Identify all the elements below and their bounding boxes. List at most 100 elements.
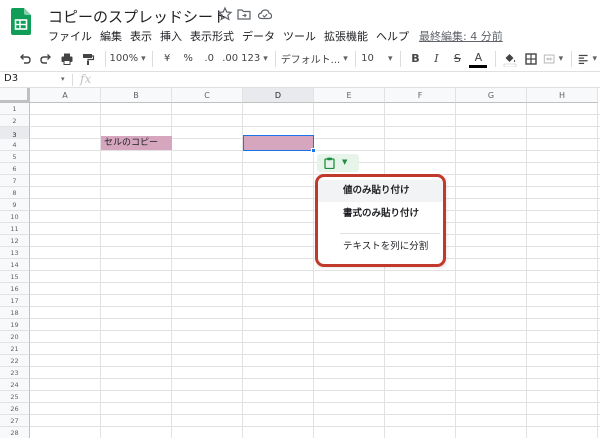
select-all-corner[interactable] [0, 88, 30, 103]
paste-values-only-item[interactable]: 値のみ貼り付け [318, 180, 445, 202]
chevron-down-icon: ▾ [263, 53, 268, 64]
font-select[interactable]: デフォルト... ▾ [280, 49, 348, 69]
more-formats-label: 123 [241, 53, 261, 64]
row-header-28[interactable]: 28 [0, 427, 30, 438]
column-header-f[interactable]: F [385, 88, 456, 103]
fill-color-button[interactable] [501, 49, 519, 69]
chevron-down-icon: ▼ [342, 158, 348, 166]
chevron-down-icon: ▾ [558, 53, 564, 64]
row-header-12[interactable]: 12 [0, 235, 30, 247]
formula-bar: D3 ▾ fx [0, 72, 600, 88]
column-header-e[interactable]: E [314, 88, 385, 103]
sheets-logo-icon[interactable] [11, 8, 31, 35]
split-text-to-columns-item[interactable]: テキストを列に分割 [318, 236, 445, 258]
row-header-16[interactable]: 16 [0, 283, 30, 295]
row-header-25[interactable]: 25 [0, 391, 30, 403]
selected-cell-d3[interactable] [243, 135, 314, 151]
row-header-5[interactable]: 5 [0, 151, 30, 163]
decrease-decimal-button[interactable]: .0 [200, 49, 218, 69]
column-header-b[interactable]: B [101, 88, 172, 103]
borders-button[interactable] [522, 49, 540, 69]
fill-handle[interactable] [311, 148, 316, 153]
row-header-8[interactable]: 8 [0, 187, 30, 199]
column-header-g[interactable]: G [456, 88, 527, 103]
row-header-2[interactable]: 2 [0, 115, 30, 127]
toolbar-divider [152, 50, 154, 67]
last-edit-link[interactable]: 最終編集: 4 分前 [413, 26, 509, 44]
row-header-6[interactable]: 6 [0, 163, 30, 175]
column-header-a[interactable]: A [30, 88, 101, 103]
column-header-d[interactable]: D [243, 88, 314, 103]
cloud-status-icon[interactable] [257, 6, 273, 22]
row-header-13[interactable]: 13 [0, 247, 30, 259]
row-header-18[interactable]: 18 [0, 307, 30, 319]
name-box[interactable]: D3 [4, 73, 18, 84]
redo-button[interactable] [37, 49, 55, 69]
column-header-h[interactable]: H [527, 88, 598, 103]
increase-decimal-button[interactable]: .00 [221, 49, 239, 69]
horizontal-align-button[interactable]: ▾ [577, 49, 597, 69]
menu-view[interactable]: 表示 [126, 26, 156, 44]
paste-options-chip[interactable]: ▼ [317, 154, 359, 172]
row-header-27[interactable]: 27 [0, 415, 30, 427]
row-header-9[interactable]: 9 [0, 199, 30, 211]
row-header-22[interactable]: 22 [0, 355, 30, 367]
row-header-15[interactable]: 15 [0, 271, 30, 283]
menu-edit[interactable]: 編集 [96, 26, 126, 44]
font-value: デフォルト... [280, 55, 341, 66]
cell-b3[interactable]: セルのコピー [101, 136, 172, 150]
row-header-11[interactable]: 11 [0, 223, 30, 235]
formula-divider [72, 74, 73, 86]
italic-button[interactable]: I [427, 49, 445, 69]
row-header-23[interactable]: 23 [0, 367, 30, 379]
strikethrough-button[interactable]: S [448, 49, 466, 69]
move-folder-icon[interactable] [236, 6, 252, 22]
bold-button[interactable]: B [406, 49, 424, 69]
spreadsheet-app: コピーのスプレッドシート ファイル 編集 表示 挿入 表示形式 データ ツール … [0, 0, 600, 438]
toolbar: 100% ▾ ¥ % .0 .00 123 ▾ デフォルト... ▾ 10 ▾ B I … [0, 46, 600, 72]
row-header-14[interactable]: 14 [0, 259, 30, 271]
menu-insert[interactable]: 挿入 [156, 26, 186, 44]
more-formats-select[interactable]: 123 ▾ [241, 49, 268, 69]
row-header-7[interactable]: 7 [0, 175, 30, 187]
menu-bar: ファイル 編集 表示 挿入 表示形式 データ ツール 拡張機能 ヘルプ 最終編集… [44, 26, 509, 44]
column-header-c[interactable]: C [172, 88, 243, 103]
row-header-21[interactable]: 21 [0, 343, 30, 355]
star-icon[interactable] [217, 6, 233, 22]
row-header-19[interactable]: 19 [0, 319, 30, 331]
paste-options-menu: 値のみ貼り付け 書式のみ貼り付け テキストを列に分割 [318, 177, 445, 265]
menu-data[interactable]: データ [238, 26, 279, 44]
cell-area[interactable] [30, 103, 600, 438]
chevron-down-icon[interactable]: ▾ [61, 75, 65, 83]
doc-title[interactable]: コピーのスプレッドシート [48, 6, 228, 27]
row-header-1[interactable]: 1 [0, 103, 30, 115]
font-size-select[interactable]: 10 ▾ [361, 49, 392, 69]
menu-tools[interactable]: ツール [279, 26, 320, 44]
undo-button[interactable] [16, 49, 34, 69]
toolbar-divider [105, 50, 106, 67]
menu-file[interactable]: ファイル [44, 26, 96, 44]
currency-button[interactable]: ¥ [158, 49, 176, 69]
zoom-select[interactable]: 100% ▾ [110, 49, 146, 69]
toolbar-divider [355, 50, 357, 67]
merge-cells-button[interactable]: ▾ [543, 49, 563, 69]
row-header-26[interactable]: 26 [0, 403, 30, 415]
menu-help[interactable]: ヘルプ [372, 26, 413, 44]
chevron-down-icon: ▾ [592, 53, 597, 64]
text-color-button[interactable]: A [469, 50, 488, 68]
menu-format[interactable]: 表示形式 [186, 26, 238, 44]
row-header-24[interactable]: 24 [0, 379, 30, 391]
align-left-icon [578, 54, 588, 64]
print-button[interactable] [58, 49, 76, 69]
redo-icon [40, 53, 51, 64]
toolbar-divider [274, 50, 276, 67]
row-header-17[interactable]: 17 [0, 295, 30, 307]
row-header-10[interactable]: 10 [0, 211, 30, 223]
print-icon [61, 53, 73, 65]
row-header-20[interactable]: 20 [0, 331, 30, 343]
paint-format-button[interactable] [79, 49, 97, 69]
percent-button[interactable]: % [179, 49, 197, 69]
row-header-4[interactable]: 4 [0, 139, 30, 151]
menu-extensions[interactable]: 拡張機能 [320, 26, 372, 44]
paste-format-only-item[interactable]: 書式のみ貼り付け [318, 203, 445, 225]
